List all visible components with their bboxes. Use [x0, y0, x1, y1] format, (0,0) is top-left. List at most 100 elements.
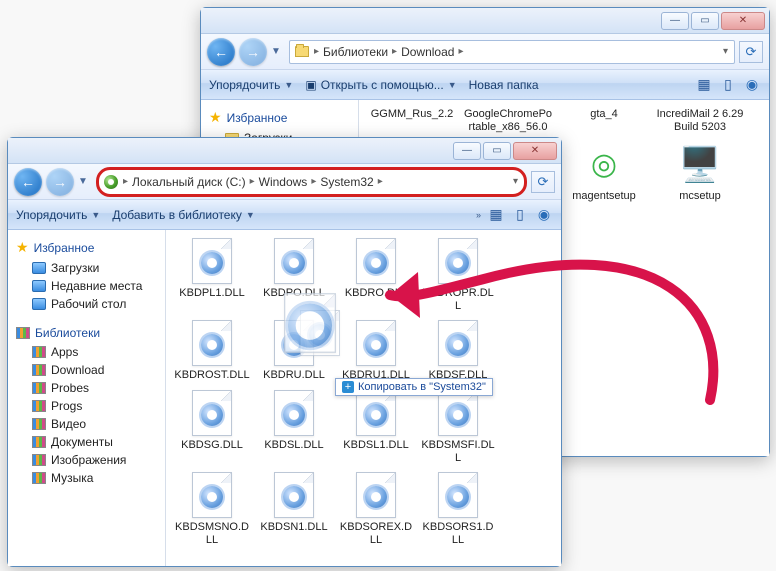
file-item[interactable]: KBDSL.DLL — [254, 388, 334, 466]
star-icon: ★ — [209, 109, 222, 126]
file-item[interactable]: KBDRO.DLL — [336, 236, 416, 314]
open-with-button[interactable]: ▣ Открыть с помощью... ▼ — [305, 78, 456, 92]
organize-menu[interactable]: Упорядочить ▼ — [209, 78, 293, 92]
file-label: KBDRU.DLL — [263, 369, 325, 382]
sidebar-item[interactable]: Рабочий стол — [10, 295, 163, 313]
organize-menu[interactable]: Упорядочить ▼ — [16, 208, 100, 222]
favorites-header[interactable]: ★ Избранное — [10, 236, 163, 259]
add-to-library-menu[interactable]: Добавить в библиотеку ▼ — [112, 208, 254, 222]
sidebar-item[interactable]: Видео — [10, 415, 163, 433]
file-list[interactable]: KBDPL1.DLLKBDPO.DLLKBDRO.DLLKBDROPR.DLLK… — [166, 230, 561, 566]
minimize-button[interactable]: — — [661, 12, 689, 30]
sidebar-item[interactable]: Документы — [10, 433, 163, 451]
titlebar[interactable]: — ▭ — [201, 8, 769, 34]
sidebar-item-label: Изображения — [51, 453, 126, 467]
file-item[interactable]: KBDROPR.DLL — [418, 236, 498, 314]
sidebar-item-label: Документы — [51, 435, 113, 449]
library-icon — [32, 382, 46, 394]
favorites-header[interactable]: ★ Избранное — [203, 106, 356, 129]
history-dropdown[interactable]: ▼ — [271, 46, 285, 57]
maximize-button[interactable]: ▭ — [483, 142, 511, 160]
address-bar[interactable]: ▸ Библиотеки ▸ Download ▸ ▾ — [289, 40, 735, 64]
sidebar-item[interactable]: Probes — [10, 379, 163, 397]
file-item[interactable]: GGMM_Rus_2.2 — [365, 106, 459, 135]
sidebar-item[interactable]: Progs — [10, 397, 163, 415]
dll-icon — [438, 390, 478, 436]
help-button[interactable]: ◉ — [535, 206, 553, 224]
libraries-header[interactable]: Библиотеки — [10, 323, 163, 343]
address-dropdown[interactable]: ▾ — [511, 176, 520, 187]
view-button[interactable]: ▦ — [695, 76, 713, 94]
new-folder-button[interactable]: Новая папка — [469, 78, 539, 92]
sidebar-item[interactable]: Download — [10, 361, 163, 379]
forward-button[interactable]: → — [46, 168, 74, 196]
organize-label: Упорядочить — [209, 78, 280, 92]
file-label: KBDSMSNO.DLL — [174, 521, 250, 546]
breadcrumb-item[interactable]: Windows — [259, 175, 308, 189]
dll-icon — [192, 238, 232, 284]
add-to-library-label: Добавить в библиотеку — [112, 208, 242, 222]
dll-icon — [356, 238, 396, 284]
file-label: KBDRO.DLL — [345, 287, 407, 300]
breadcrumb-item[interactable]: Локальный диск (C:) — [132, 175, 246, 189]
view-button[interactable]: ▦ — [487, 206, 505, 224]
address-bar[interactable]: ▸ Локальный диск (C:) ▸ Windows ▸ System… — [96, 167, 527, 197]
app-icon: ◎ — [582, 143, 626, 187]
history-dropdown[interactable]: ▼ — [78, 176, 92, 187]
overflow-chevron[interactable]: » — [476, 210, 481, 220]
library-icon — [32, 436, 46, 448]
file-item[interactable]: KBDSN1.DLL — [254, 470, 334, 548]
navigation-pane[interactable]: ★ Избранное ЗагрузкиНедавние местаРабочи… — [8, 230, 166, 566]
file-item[interactable]: KBDSMSNO.DLL — [172, 470, 252, 548]
forward-button[interactable]: → — [239, 38, 267, 66]
back-button[interactable]: ← — [14, 168, 42, 196]
file-item[interactable]: KBDSF.DLL — [418, 318, 498, 384]
file-item[interactable]: KBDSOREX.DLL — [336, 470, 416, 548]
refresh-button[interactable]: ⟳ — [739, 41, 763, 63]
breadcrumb-item[interactable]: System32 — [320, 175, 373, 189]
file-item[interactable]: KBDRU.DLL — [254, 318, 334, 384]
breadcrumb-item[interactable]: Download — [401, 45, 454, 59]
explorer-window-system32: — ▭ ← → ▼ ▸ Локальный диск (C:) ▸ Window… — [7, 137, 562, 567]
window-body: ★ Избранное ЗагрузкиНедавние местаРабочи… — [8, 230, 561, 566]
preview-pane-button[interactable]: ▯ — [511, 206, 529, 224]
file-item[interactable]: KBDPL1.DLL — [172, 236, 252, 314]
sidebar-item[interactable]: Недавние места — [10, 277, 163, 295]
file-item[interactable]: IncrediMail 2 6.29 Build 5203 — [653, 106, 747, 135]
breadcrumb-item[interactable]: Библиотеки — [323, 45, 388, 59]
new-folder-label: Новая папка — [469, 78, 539, 92]
file-item[interactable]: KBDROST.DLL — [172, 318, 252, 384]
file-label: mcsetup — [679, 190, 721, 203]
minimize-button[interactable]: — — [453, 142, 481, 160]
file-item[interactable]: KBDSG.DLL — [172, 388, 252, 466]
sidebar-item[interactable]: Apps — [10, 343, 163, 361]
sidebar-item[interactable]: Изображения — [10, 451, 163, 469]
titlebar[interactable]: — ▭ — [8, 138, 561, 164]
refresh-button[interactable]: ⟳ — [531, 171, 555, 193]
dll-icon — [438, 320, 478, 366]
sidebar-item[interactable]: Загрузки — [10, 259, 163, 277]
file-item[interactable]: KBDSORS1.DLL — [418, 470, 498, 548]
dll-icon — [274, 472, 314, 518]
file-item[interactable]: KBDSMSFI.DLL — [418, 388, 498, 466]
file-label: KBDROPR.DLL — [420, 287, 496, 312]
file-label: KBDSN1.DLL — [260, 521, 327, 534]
file-item[interactable]: ◎magentsetup — [557, 141, 651, 217]
file-item[interactable]: KBDRU1.DLL — [336, 318, 416, 384]
address-dropdown[interactable]: ▾ — [721, 46, 730, 57]
file-item[interactable]: KBDPO.DLL — [254, 236, 334, 314]
preview-pane-button[interactable]: ▯ — [719, 76, 737, 94]
help-button[interactable]: ◉ — [743, 76, 761, 94]
sidebar-item[interactable]: Музыка — [10, 469, 163, 487]
breadcrumb-separator: ▸ — [309, 176, 318, 187]
file-item[interactable]: KBDSL1.DLL — [336, 388, 416, 466]
file-item[interactable]: gta_4 — [557, 106, 651, 135]
file-item[interactable]: GoogleChromePortable_x86_56.0 — [461, 106, 555, 135]
maximize-button[interactable]: ▭ — [691, 12, 719, 30]
nav-bar: ← → ▼ ▸ Локальный диск (C:) ▸ Windows ▸ … — [8, 164, 561, 200]
file-item[interactable]: 🖥️mcsetup — [653, 141, 747, 217]
close-button[interactable] — [721, 12, 765, 30]
close-button[interactable] — [513, 142, 557, 160]
file-label: KBDSOREX.DLL — [338, 521, 414, 546]
back-button[interactable]: ← — [207, 38, 235, 66]
